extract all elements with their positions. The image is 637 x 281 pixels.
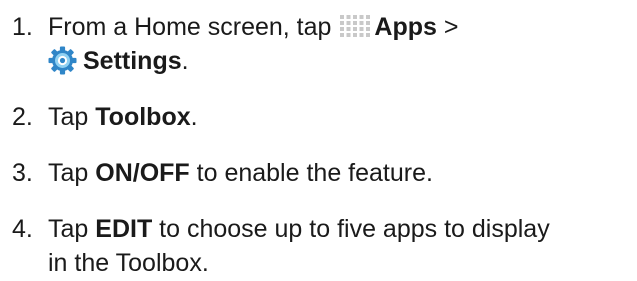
step-text-prefix: Tap <box>48 215 96 243</box>
step-text-prefix: Tap <box>48 159 96 187</box>
settings-label: Settings <box>83 47 182 75</box>
step-number: 3. <box>12 159 33 187</box>
step-text-suffix: to enable the feature. <box>189 159 433 187</box>
step-text: From a Home screen, tap Apps > Settings. <box>48 10 633 78</box>
step-text-suffix: to choose up to five apps to display <box>152 215 550 243</box>
toolbox-label: Toolbox <box>95 103 191 131</box>
step-number: 4. <box>12 215 33 243</box>
step-text-prefix: Tap <box>48 103 96 131</box>
step-text-suffix: . <box>181 47 189 75</box>
apps-label: Apps <box>374 13 437 41</box>
apps-grid-icon <box>340 12 371 37</box>
step-text-prefix: From a Home screen, tap <box>48 13 339 41</box>
step-text: Tap ON/OFF to enable the feature. <box>48 156 633 190</box>
step-text-suffix: > <box>436 13 459 41</box>
step-text: Tap EDIT to choose up to five apps to di… <box>48 212 633 280</box>
step-text: Tap Toolbox. <box>48 100 633 134</box>
step-text-line2: in the Toolbox. <box>48 249 209 277</box>
settings-gear-icon <box>48 46 77 75</box>
step-number: 2. <box>12 103 33 131</box>
step-number: 1. <box>12 13 33 41</box>
edit-label: EDIT <box>95 215 153 243</box>
on-off-label: ON/OFF <box>95 159 190 187</box>
instruction-steps: 1. From a Home screen, tap Apps > Settin… <box>0 0 637 281</box>
step-text-suffix: . <box>190 103 198 131</box>
